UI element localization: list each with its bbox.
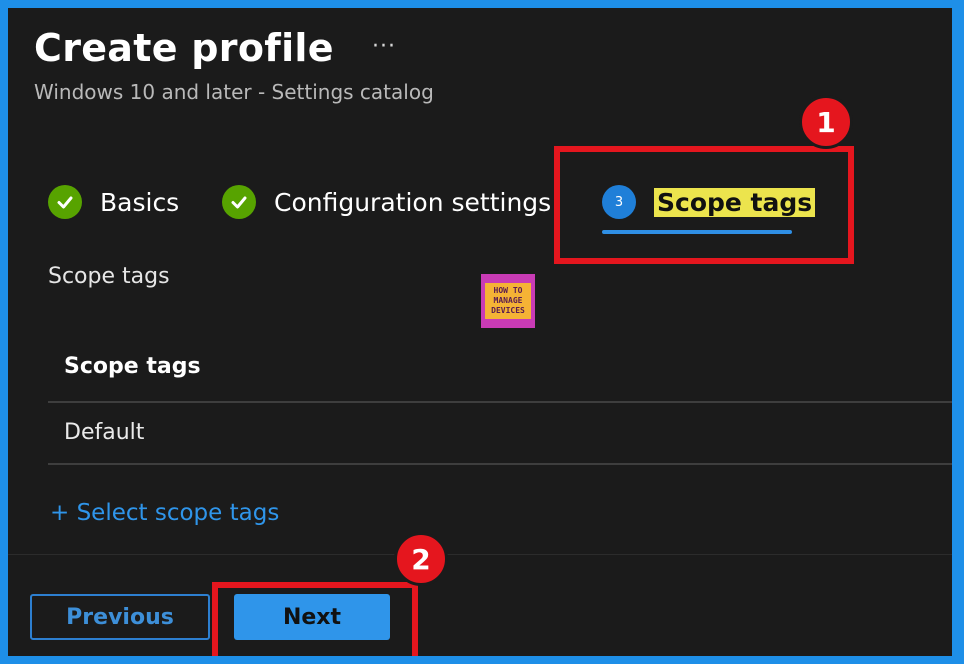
how-to-manage-devices-logo: HOW TO MANAGE DEVICES <box>481 274 535 328</box>
select-scope-tags-link[interactable]: + Select scope tags <box>50 500 279 526</box>
page-title: Create profile <box>34 26 334 70</box>
annotation-box-scope-tags <box>554 146 854 264</box>
step-label: Configuration settings <box>274 187 552 217</box>
check-icon <box>222 185 256 219</box>
table-divider <box>48 463 952 465</box>
more-options-icon[interactable]: ··· <box>372 34 396 59</box>
step-configuration-settings[interactable]: Configuration settings <box>222 184 551 220</box>
step-label: Basics <box>100 187 180 217</box>
table-column-header: Scope tags <box>64 354 201 379</box>
table-divider <box>48 401 952 403</box>
previous-button[interactable]: Previous <box>30 594 210 640</box>
check-icon <box>48 185 82 219</box>
step-basics[interactable]: Basics <box>48 184 179 220</box>
section-label: Scope tags <box>48 264 170 289</box>
table-row: Default <box>64 420 145 445</box>
footer-separator <box>8 554 952 555</box>
create-profile-panel: Create profile ··· Windows 10 and later … <box>8 8 952 656</box>
page-subtitle: Windows 10 and later - Settings catalog <box>34 80 434 104</box>
annotation-box-next <box>212 582 418 656</box>
annotation-badge-2: 2 <box>394 532 448 586</box>
annotation-badge-1: 1 <box>799 95 853 149</box>
